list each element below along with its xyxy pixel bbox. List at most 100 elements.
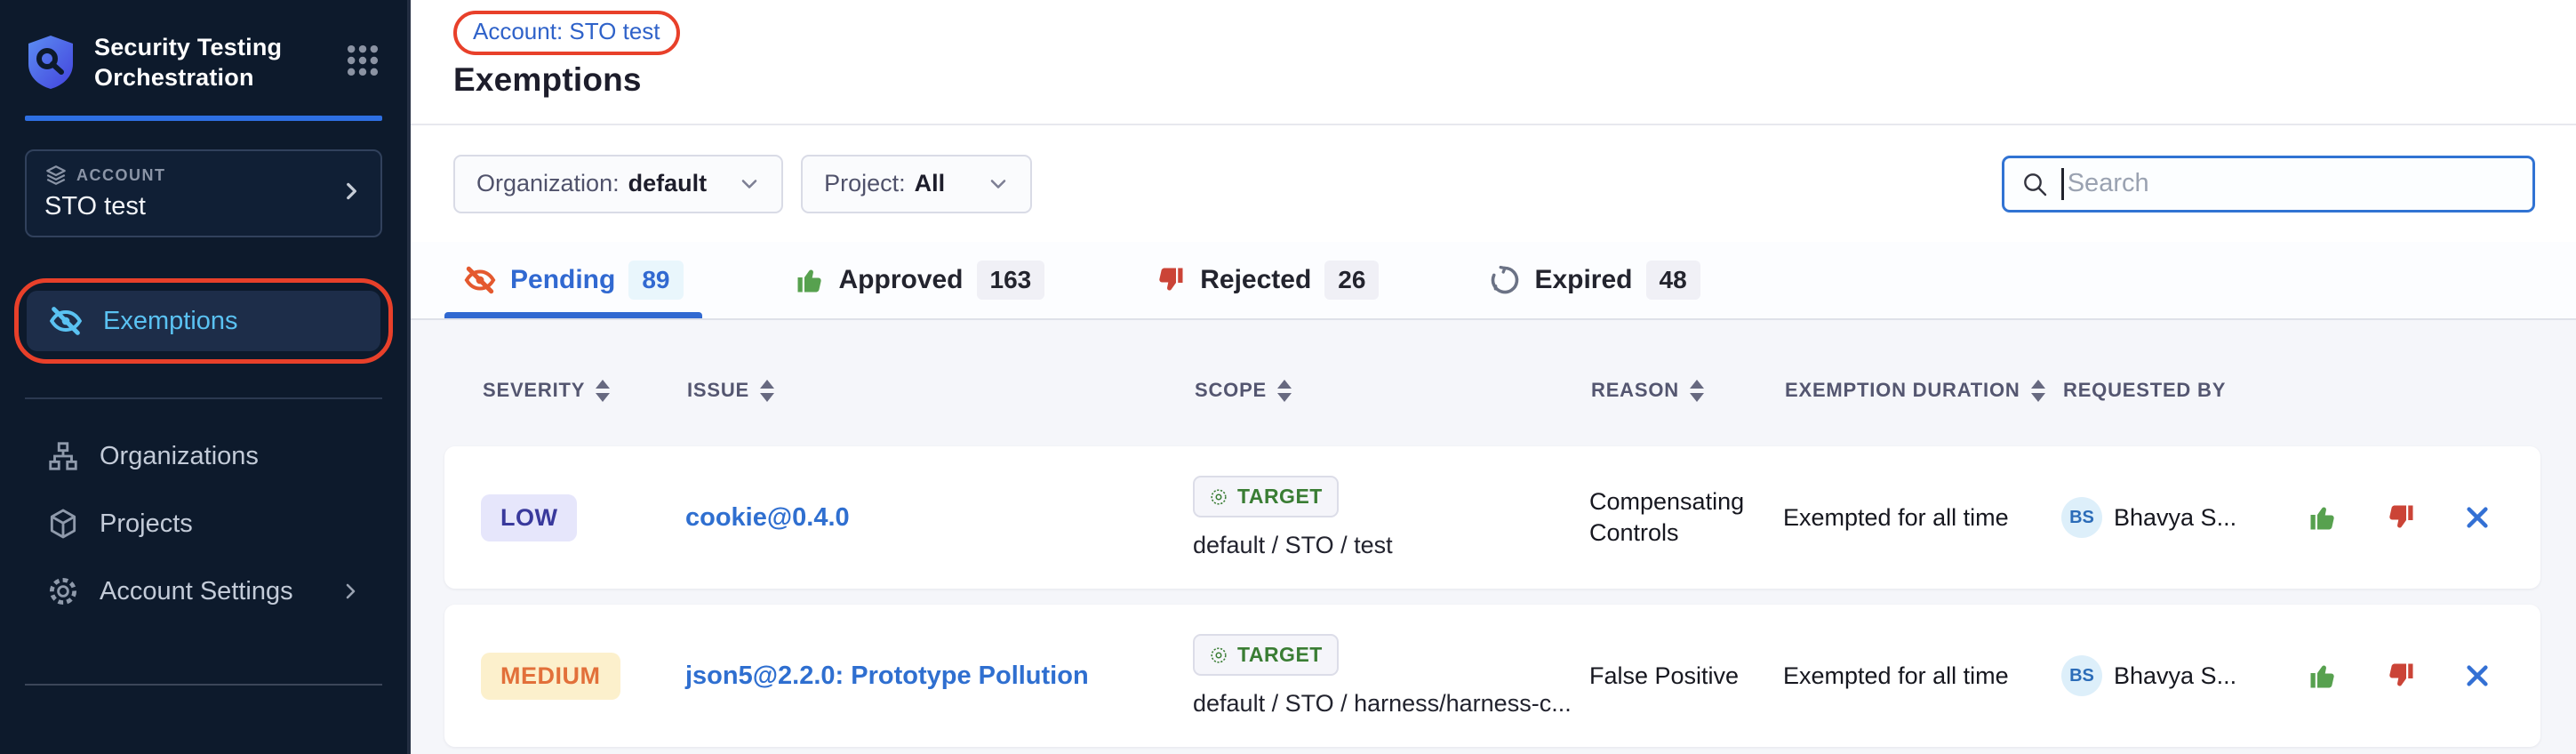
- severity-cell: MEDIUM: [444, 653, 685, 700]
- organization-filter-dropdown[interactable]: Organization: default: [453, 155, 783, 213]
- page-header: Account: STO test Exemptions: [411, 0, 2576, 125]
- table-row[interactable]: MEDIUM json5@2.2.0: Prototype Pollution …: [444, 605, 2540, 747]
- sidebar-divider-bottom: [25, 684, 382, 686]
- thumbs-down-icon: [2385, 501, 2417, 533]
- close-icon: [2463, 662, 2492, 690]
- exemptions-table: SEVERITY ISSUE SCOPE REASON EXEMPTION DU…: [411, 320, 2576, 747]
- account-selector[interactable]: ACCOUNT STO test: [25, 149, 382, 237]
- project-filter-label: Project:: [824, 170, 906, 197]
- column-header-requested-by: REQUESTED BY: [2063, 379, 2292, 402]
- reason-cell: False Positive: [1589, 661, 1783, 692]
- cancel-button[interactable]: [2463, 662, 2492, 690]
- thumbs-down-icon: [2385, 660, 2417, 692]
- sort-button[interactable]: [1690, 380, 1704, 402]
- sidebar-nav-group: Organizations Projects Account Settings: [0, 422, 407, 625]
- table-row[interactable]: LOW cookie@0.4.0 TARGET default / STO / …: [444, 446, 2540, 589]
- tab-rejected[interactable]: Rejected 26: [1136, 242, 1397, 318]
- target-badge: TARGET: [1193, 634, 1339, 676]
- cancel-button[interactable]: [2463, 503, 2492, 532]
- target-icon: [1209, 487, 1228, 507]
- issue-link[interactable]: cookie@0.4.0: [685, 503, 850, 532]
- page-title: Exemptions: [453, 61, 2535, 99]
- thumbs-up-icon: [2307, 660, 2339, 692]
- row-actions: [2291, 501, 2540, 533]
- tab-count-badge: 163: [977, 261, 1045, 300]
- column-header-severity: SEVERITY: [446, 379, 687, 402]
- tab-label: Rejected: [1200, 265, 1311, 295]
- reject-button[interactable]: [2385, 501, 2417, 533]
- sidebar-item-organizations[interactable]: Organizations: [25, 422, 382, 490]
- requested-by-name: Bhavya S...: [2114, 504, 2236, 532]
- sort-button[interactable]: [760, 380, 774, 402]
- tab-expired[interactable]: Expired 48: [1470, 242, 1718, 318]
- tab-count-badge: 48: [1646, 261, 1700, 300]
- sidebar-item-exemptions[interactable]: Exemptions: [27, 291, 380, 351]
- tab-approved[interactable]: Approved 163: [775, 242, 1064, 318]
- reject-button[interactable]: [2385, 660, 2417, 692]
- sidebar-item-account-settings[interactable]: Account Settings: [25, 557, 382, 625]
- gear-icon: [46, 574, 80, 608]
- column-header-label: REASON: [1591, 379, 1679, 402]
- project-filter-dropdown[interactable]: Project: All: [801, 155, 1032, 213]
- search-input[interactable]: [2068, 169, 2516, 198]
- scope-cell: TARGET default / STO / harness/harness-c…: [1193, 634, 1589, 718]
- breadcrumb-account-link[interactable]: Account: STO test: [473, 18, 660, 44]
- chevron-down-icon: [986, 172, 1011, 197]
- sort-button[interactable]: [596, 380, 610, 402]
- sidebar-item-projects[interactable]: Projects: [25, 490, 382, 557]
- text-caret: [2061, 168, 2064, 200]
- annotation-oval-breadcrumb: Account: STO test: [453, 11, 680, 55]
- chevron-right-icon: [340, 180, 363, 203]
- chevron-down-icon: [737, 172, 762, 197]
- tab-label: Pending: [510, 265, 615, 295]
- scope-path: default / STO / harness/harness-c...: [1193, 690, 1572, 718]
- app-root: Security Testing Orchestration ACCOUNT: [0, 0, 2576, 754]
- thumbs-up-icon: [794, 264, 826, 296]
- reason-cell: Compensating Controls: [1589, 486, 1783, 549]
- tab-bar: Pending 89 Approved 163 Rejected 26: [411, 242, 2576, 320]
- issue-cell: cookie@0.4.0: [685, 503, 1193, 533]
- column-header-issue: ISSUE: [687, 379, 1195, 402]
- column-header-exemption-duration: EXEMPTION DURATION: [1785, 379, 2063, 402]
- tab-label: Expired: [1534, 265, 1632, 295]
- apps-grid-icon[interactable]: [343, 41, 382, 80]
- column-header-scope: SCOPE: [1195, 379, 1591, 402]
- sidebar-accent-bar: [25, 116, 382, 121]
- requested-by-cell: BS Bhavya S...: [2061, 497, 2291, 538]
- avatar: BS: [2061, 655, 2102, 696]
- sort-button[interactable]: [2031, 380, 2045, 402]
- target-badge-label: TARGET: [1237, 485, 1323, 509]
- sidebar-item-label: Account Settings: [100, 577, 293, 606]
- tab-count-badge: 89: [628, 261, 683, 300]
- clock-refresh-icon: [1489, 264, 1521, 296]
- sort-button[interactable]: [1277, 380, 1292, 402]
- filter-bar: Organization: default Project: All: [411, 125, 2576, 242]
- eye-slash-icon: [48, 303, 84, 339]
- issue-cell: json5@2.2.0: Prototype Pollution: [685, 662, 1193, 691]
- approve-button[interactable]: [2307, 660, 2339, 692]
- search-box: [2002, 156, 2535, 213]
- close-icon: [2463, 503, 2492, 532]
- cube-icon: [46, 507, 80, 541]
- issue-link[interactable]: json5@2.2.0: Prototype Pollution: [685, 662, 1089, 690]
- annotation-oval-exemptions: Exemptions: [14, 278, 393, 364]
- sidebar-item-label: Exemptions: [103, 307, 238, 336]
- column-header-label: REQUESTED BY: [2063, 379, 2226, 402]
- requested-by-cell: BS Bhavya S...: [2061, 655, 2291, 696]
- row-actions: [2291, 660, 2540, 692]
- avatar: BS: [2061, 497, 2102, 538]
- target-badge-label: TARGET: [1237, 643, 1323, 667]
- approve-button[interactable]: [2307, 501, 2339, 533]
- tab-pending[interactable]: Pending 89: [444, 242, 702, 318]
- app-logo-shield-icon: [25, 34, 76, 91]
- org-chart-icon: [46, 439, 80, 473]
- column-header-label: EXEMPTION DURATION: [1785, 379, 2020, 402]
- sidebar-divider: [25, 397, 382, 399]
- column-header-label: SCOPE: [1195, 379, 1267, 402]
- sidebar-item-label: Projects: [100, 509, 193, 539]
- project-filter-value: All: [915, 170, 946, 197]
- scope-cell: TARGET default / STO / test: [1193, 476, 1589, 559]
- app-title: Security Testing Orchestration: [94, 32, 308, 92]
- eye-slash-icon: [463, 263, 497, 297]
- duration-cell: Exempted for all time: [1783, 662, 2061, 690]
